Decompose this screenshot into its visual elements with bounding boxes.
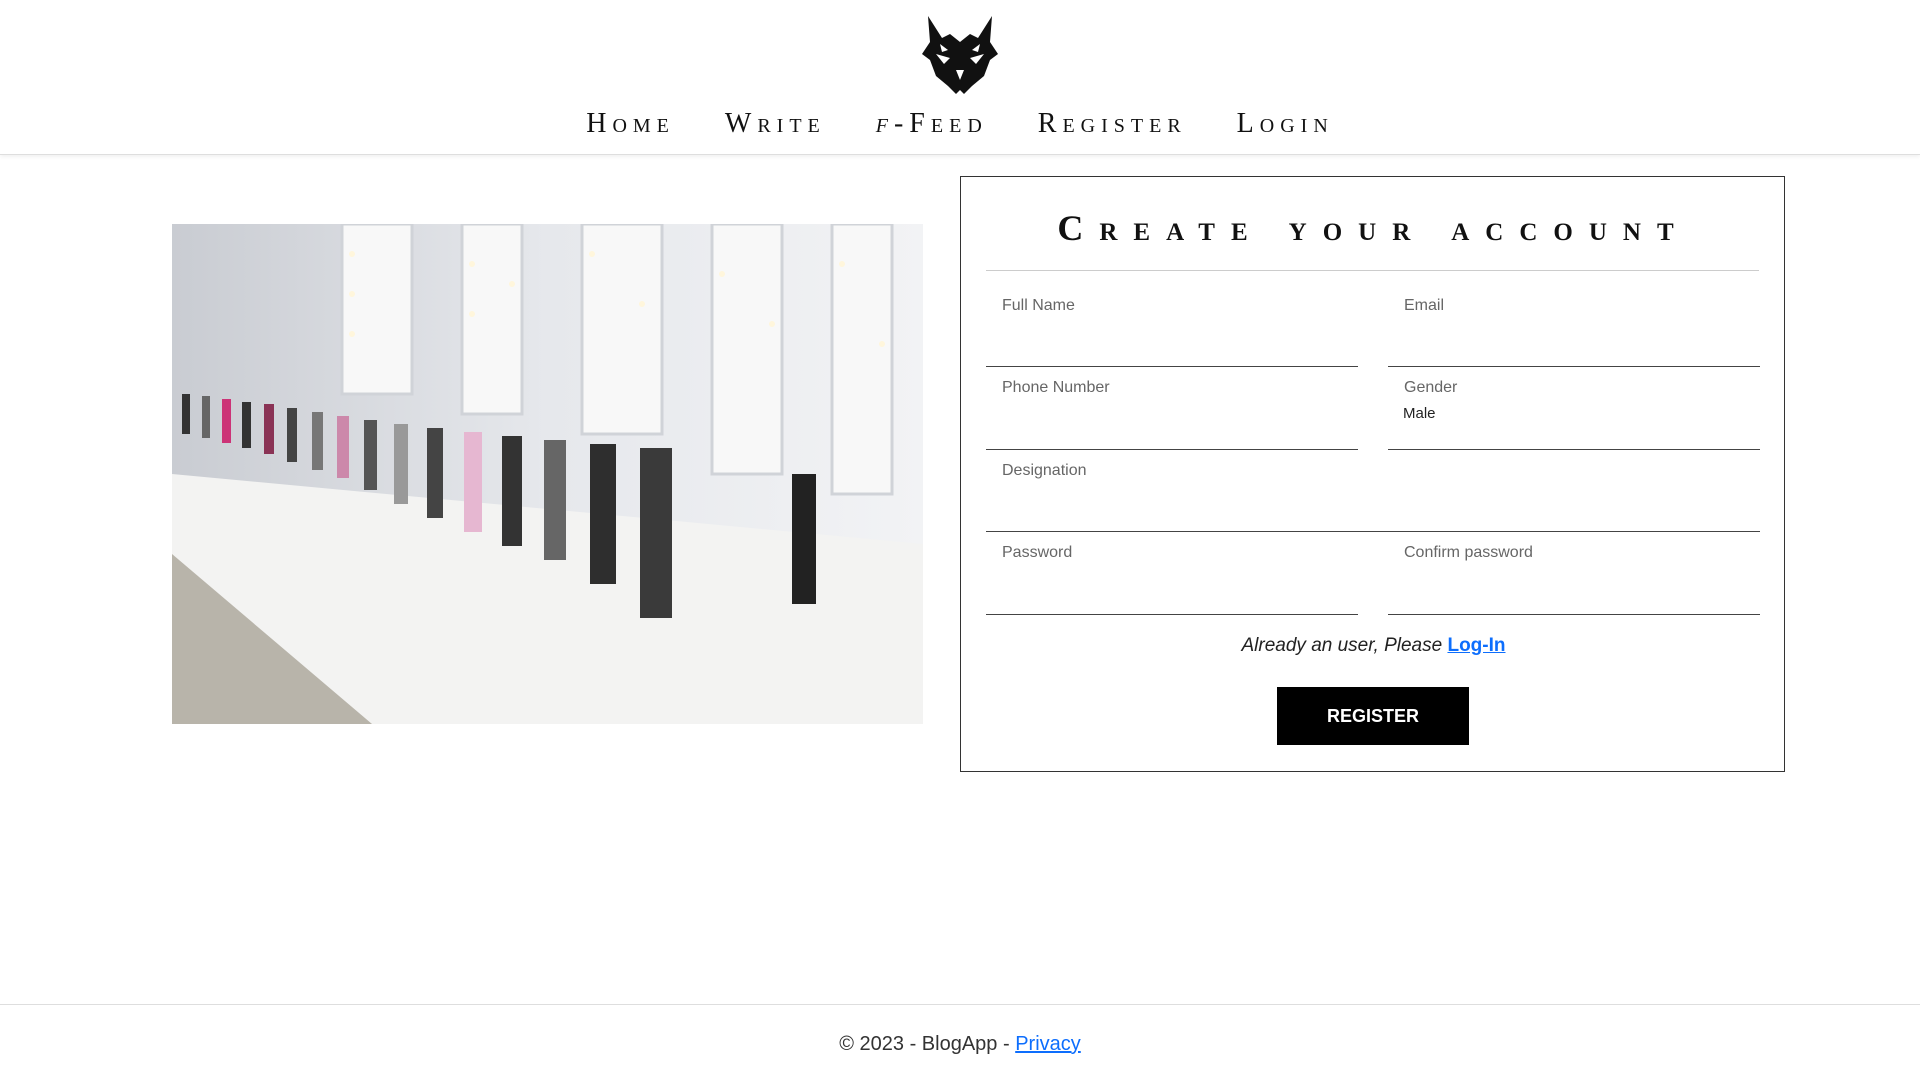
- nav-write[interactable]: Write: [725, 108, 826, 140]
- nav-login[interactable]: Login: [1237, 108, 1334, 140]
- gender-value: Male: [1403, 405, 1436, 422]
- gender-select[interactable]: Gender Male: [1388, 367, 1760, 450]
- register-button[interactable]: REGISTER: [1277, 687, 1469, 745]
- nav-register[interactable]: Register: [1038, 108, 1187, 140]
- fashion-runway-photo: [172, 224, 923, 724]
- login-link[interactable]: Log-In: [1447, 635, 1505, 656]
- nav-ffeed-suffix: -Feed: [893, 108, 988, 139]
- gender-label: Gender: [1404, 379, 1458, 396]
- email-field[interactable]: Email: [1388, 285, 1760, 367]
- confirm-password-label: Confirm password: [1404, 544, 1533, 561]
- title-divider: [986, 270, 1759, 271]
- login-prompt: Already an user, Please Log-In: [961, 635, 1786, 657]
- site-footer: © 2023 - BlogApp - Privacy: [0, 1004, 1920, 1080]
- full-name-label: Full Name: [1002, 297, 1075, 314]
- nav-ffeed-prefix: f: [875, 108, 894, 139]
- confirm-password-field[interactable]: Confirm password: [1388, 532, 1760, 615]
- password-field[interactable]: Password: [986, 532, 1358, 615]
- nav-home[interactable]: Home: [586, 108, 675, 140]
- privacy-link[interactable]: Privacy: [1015, 1033, 1081, 1055]
- phone-number-field[interactable]: Phone Number: [986, 367, 1358, 450]
- wolf-logo-icon[interactable]: [920, 14, 1000, 96]
- email-label: Email: [1404, 297, 1445, 314]
- register-card: Create your account Full Name Email Phon…: [960, 176, 1785, 772]
- full-name-field[interactable]: Full Name: [986, 285, 1358, 367]
- nav-ffeed[interactable]: f-Feed: [876, 108, 988, 140]
- footer-copyright: © 2023 - BlogApp -: [839, 1033, 1010, 1055]
- phone-number-label: Phone Number: [1002, 379, 1110, 396]
- designation-field[interactable]: Designation: [986, 450, 1760, 532]
- site-header: Home Write f-Feed Register Login: [0, 0, 1920, 155]
- login-prompt-text: Already an user, Please: [1241, 635, 1443, 656]
- main-nav: Home Write f-Feed Register Login: [0, 108, 1920, 140]
- form-title: Create your account: [1057, 208, 1690, 248]
- password-label: Password: [1002, 544, 1073, 561]
- designation-label: Designation: [1002, 462, 1087, 479]
